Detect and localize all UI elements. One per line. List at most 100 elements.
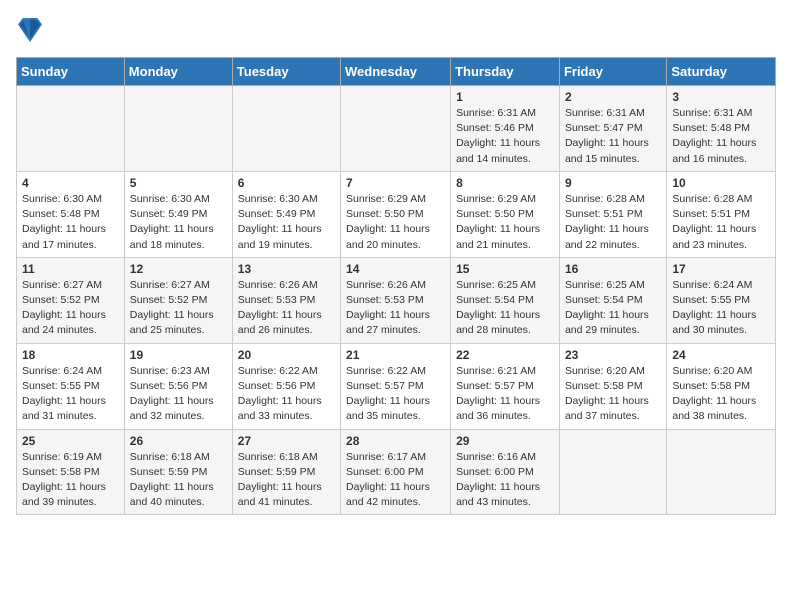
logo <box>16 16 44 49</box>
day-info: Sunrise: 6:28 AMSunset: 5:51 PMDaylight:… <box>672 192 770 253</box>
calendar-cell: 14Sunrise: 6:26 AMSunset: 5:53 PMDayligh… <box>341 257 451 343</box>
calendar-cell <box>559 429 666 515</box>
calendar-week-row: 4 Sunrise: 6:30 AMSunset: 5:48 PMDaylight… <box>17 171 776 257</box>
day-info: Sunrise: 6:27 AMSunset: 5:52 PMDaylight:… <box>22 278 119 339</box>
calendar-cell: 17Sunrise: 6:24 AMSunset: 5:55 PMDayligh… <box>667 257 776 343</box>
calendar-header-row: SundayMondayTuesdayWednesdayThursdayFrid… <box>17 58 776 86</box>
day-info: Sunrise: 6:26 AMSunset: 5:53 PMDaylight:… <box>238 278 335 339</box>
day-number: 2 <box>565 90 661 104</box>
day-number: 15 <box>456 262 554 276</box>
day-info: Sunrise: 6:29 AMSunset: 5:50 PMDaylight:… <box>346 192 445 253</box>
day-number: 25 <box>22 434 119 448</box>
day-number: 9 <box>565 176 661 190</box>
calendar-cell: 11Sunrise: 6:27 AMSunset: 5:52 PMDayligh… <box>17 257 125 343</box>
calendar-cell: 23 Sunrise: 6:20 AMSunset: 5:58 PMDayligh… <box>559 343 666 429</box>
day-info: Sunrise: 6:27 AMSunset: 5:52 PMDaylight:… <box>130 278 227 339</box>
day-info: Sunrise: 6:31 AMSunset: 5:46 PMDaylight:… <box>456 106 554 167</box>
calendar-cell: 20 Sunrise: 6:22 AMSunset: 5:56 PMDayligh… <box>232 343 340 429</box>
day-number: 18 <box>22 348 119 362</box>
calendar-cell <box>667 429 776 515</box>
day-number: 28 <box>346 434 445 448</box>
calendar-cell: 12 Sunrise: 6:27 AMSunset: 5:52 PMDayligh… <box>124 257 232 343</box>
day-info: Sunrise: 6:20 AMSunset: 5:58 PMDaylight:… <box>565 364 661 425</box>
day-of-week-header: Friday <box>559 58 666 86</box>
day-number: 26 <box>130 434 227 448</box>
calendar-cell: 7 Sunrise: 6:29 AMSunset: 5:50 PMDaylight… <box>341 171 451 257</box>
day-number: 29 <box>456 434 554 448</box>
day-info: Sunrise: 6:18 AMSunset: 5:59 PMDaylight:… <box>130 450 227 511</box>
day-number: 19 <box>130 348 227 362</box>
day-number: 13 <box>238 262 335 276</box>
day-info: Sunrise: 6:19 AMSunset: 5:58 PMDaylight:… <box>22 450 119 511</box>
day-info: Sunrise: 6:16 AMSunset: 6:00 PMDaylight:… <box>456 450 554 511</box>
day-info: Sunrise: 6:29 AMSunset: 5:50 PMDaylight:… <box>456 192 554 253</box>
day-number: 3 <box>672 90 770 104</box>
calendar-cell: 16Sunrise: 6:25 AMSunset: 5:54 PMDayligh… <box>559 257 666 343</box>
calendar-cell: 25 Sunrise: 6:19 AMSunset: 5:58 PMDayligh… <box>17 429 125 515</box>
day-number: 7 <box>346 176 445 190</box>
day-info: Sunrise: 6:28 AMSunset: 5:51 PMDaylight:… <box>565 192 661 253</box>
calendar-cell <box>17 86 125 172</box>
day-info: Sunrise: 6:30 AMSunset: 5:48 PMDaylight:… <box>22 192 119 253</box>
day-of-week-header: Monday <box>124 58 232 86</box>
calendar-cell: 3 Sunrise: 6:31 AMSunset: 5:48 PMDaylight… <box>667 86 776 172</box>
day-number: 1 <box>456 90 554 104</box>
calendar-cell: 13 Sunrise: 6:26 AMSunset: 5:53 PMDayligh… <box>232 257 340 343</box>
calendar-cell: 26 Sunrise: 6:18 AMSunset: 5:59 PMDayligh… <box>124 429 232 515</box>
calendar-body: 1 Sunrise: 6:31 AMSunset: 5:46 PMDaylight… <box>17 86 776 515</box>
calendar-week-row: 18 Sunrise: 6:24 AMSunset: 5:55 PMDayligh… <box>17 343 776 429</box>
day-info: Sunrise: 6:31 AMSunset: 5:48 PMDaylight:… <box>672 106 770 167</box>
day-number: 12 <box>130 262 227 276</box>
day-number: 21 <box>346 348 445 362</box>
day-info: Sunrise: 6:25 AMSunset: 5:54 PMDaylight:… <box>456 278 554 339</box>
day-of-week-header: Sunday <box>17 58 125 86</box>
day-number: 20 <box>238 348 335 362</box>
page-header <box>16 16 776 49</box>
day-info: Sunrise: 6:20 AMSunset: 5:58 PMDaylight:… <box>672 364 770 425</box>
day-number: 6 <box>238 176 335 190</box>
calendar-cell <box>232 86 340 172</box>
day-number: 8 <box>456 176 554 190</box>
calendar-cell: 8 Sunrise: 6:29 AMSunset: 5:50 PMDaylight… <box>451 171 560 257</box>
calendar-week-row: 1 Sunrise: 6:31 AMSunset: 5:46 PMDaylight… <box>17 86 776 172</box>
calendar-cell: 19 Sunrise: 6:23 AMSunset: 5:56 PMDayligh… <box>124 343 232 429</box>
day-number: 23 <box>565 348 661 362</box>
day-info: Sunrise: 6:30 AMSunset: 5:49 PMDaylight:… <box>130 192 227 253</box>
calendar-table: SundayMondayTuesdayWednesdayThursdayFrid… <box>16 57 776 515</box>
day-number: 27 <box>238 434 335 448</box>
calendar-cell: 6 Sunrise: 6:30 AMSunset: 5:49 PMDaylight… <box>232 171 340 257</box>
day-info: Sunrise: 6:31 AMSunset: 5:47 PMDaylight:… <box>565 106 661 167</box>
calendar-cell <box>124 86 232 172</box>
day-info: Sunrise: 6:22 AMSunset: 5:56 PMDaylight:… <box>238 364 335 425</box>
calendar-cell: 28 Sunrise: 6:17 AMSunset: 6:00 PMDayligh… <box>341 429 451 515</box>
day-number: 14 <box>346 262 445 276</box>
day-of-week-header: Wednesday <box>341 58 451 86</box>
calendar-cell: 29 Sunrise: 6:16 AMSunset: 6:00 PMDayligh… <box>451 429 560 515</box>
calendar-cell: 5 Sunrise: 6:30 AMSunset: 5:49 PMDaylight… <box>124 171 232 257</box>
day-info: Sunrise: 6:23 AMSunset: 5:56 PMDaylight:… <box>130 364 227 425</box>
day-info: Sunrise: 6:24 AMSunset: 5:55 PMDaylight:… <box>22 364 119 425</box>
day-info: Sunrise: 6:22 AMSunset: 5:57 PMDaylight:… <box>346 364 445 425</box>
day-of-week-header: Tuesday <box>232 58 340 86</box>
calendar-cell: 15 Sunrise: 6:25 AMSunset: 5:54 PMDayligh… <box>451 257 560 343</box>
calendar-cell: 10 Sunrise: 6:28 AMSunset: 5:51 PMDayligh… <box>667 171 776 257</box>
day-number: 5 <box>130 176 227 190</box>
day-number: 4 <box>22 176 119 190</box>
calendar-cell: 18 Sunrise: 6:24 AMSunset: 5:55 PMDayligh… <box>17 343 125 429</box>
calendar-week-row: 11Sunrise: 6:27 AMSunset: 5:52 PMDayligh… <box>17 257 776 343</box>
day-number: 22 <box>456 348 554 362</box>
calendar-cell: 21 Sunrise: 6:22 AMSunset: 5:57 PMDayligh… <box>341 343 451 429</box>
calendar-cell: 24 Sunrise: 6:20 AMSunset: 5:58 PMDayligh… <box>667 343 776 429</box>
day-info: Sunrise: 6:30 AMSunset: 5:49 PMDaylight:… <box>238 192 335 253</box>
day-number: 10 <box>672 176 770 190</box>
day-info: Sunrise: 6:17 AMSunset: 6:00 PMDaylight:… <box>346 450 445 511</box>
calendar-cell: 22Sunrise: 6:21 AMSunset: 5:57 PMDayligh… <box>451 343 560 429</box>
calendar-cell: 2 Sunrise: 6:31 AMSunset: 5:47 PMDaylight… <box>559 86 666 172</box>
day-number: 24 <box>672 348 770 362</box>
day-number: 16 <box>565 262 661 276</box>
calendar-cell: 1 Sunrise: 6:31 AMSunset: 5:46 PMDaylight… <box>451 86 560 172</box>
day-number: 17 <box>672 262 770 276</box>
day-info: Sunrise: 6:18 AMSunset: 5:59 PMDaylight:… <box>238 450 335 511</box>
calendar-cell <box>341 86 451 172</box>
calendar-cell: 27 Sunrise: 6:18 AMSunset: 5:59 PMDayligh… <box>232 429 340 515</box>
